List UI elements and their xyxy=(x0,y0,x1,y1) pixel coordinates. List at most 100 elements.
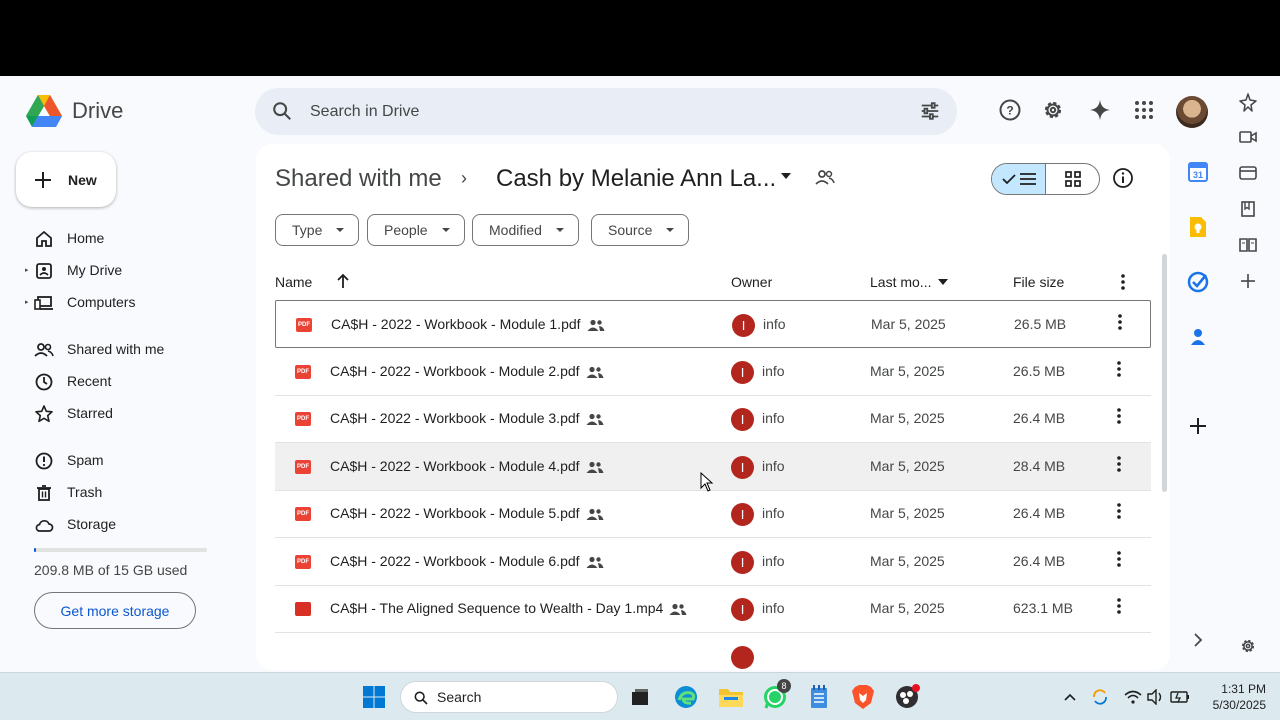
gemini-sparkle-icon[interactable] xyxy=(1086,96,1114,124)
more-vertical-icon[interactable] xyxy=(1117,408,1121,424)
table-row[interactable]: PDF CA$H - 2022 - Workbook - Module 6.pdf… xyxy=(275,538,1151,586)
breadcrumb-current-folder[interactable]: Cash by Melanie Ann La... xyxy=(496,165,776,193)
table-row-partial[interactable] xyxy=(275,633,1151,671)
sidebar-item-computers[interactable]: ▸ Computers xyxy=(0,287,240,317)
add-panel-plus-icon[interactable] xyxy=(1236,269,1260,293)
taskbar-search[interactable]: Search xyxy=(400,681,618,713)
scrollbar[interactable] xyxy=(1162,254,1167,492)
more-vertical-icon[interactable] xyxy=(1117,503,1121,519)
file-name[interactable]: CA$H - 2022 - Workbook - Module 2.pdf xyxy=(330,363,604,379)
edge-browser-icon[interactable] xyxy=(672,683,700,711)
more-vertical-icon[interactable] xyxy=(1117,360,1121,377)
search-icon[interactable] xyxy=(271,100,293,122)
info-icon[interactable] xyxy=(1112,167,1134,189)
storage-usage-text: 209.8 MB of 15 GB used xyxy=(34,562,188,578)
star-icon xyxy=(35,405,53,423)
filter-people-chip[interactable]: People xyxy=(367,214,465,246)
tasks-app-icon[interactable] xyxy=(1186,270,1210,294)
bookmark-icon[interactable] xyxy=(1236,197,1260,221)
meet-video-icon[interactable] xyxy=(1236,125,1260,149)
sidebar-item-spam[interactable]: Spam xyxy=(0,445,240,475)
side-panel-settings-icon[interactable] xyxy=(1236,634,1260,658)
battery-icon[interactable] xyxy=(1166,683,1194,711)
more-vertical-icon[interactable] xyxy=(1117,550,1121,567)
more-vertical-icon[interactable] xyxy=(1118,314,1122,330)
brave-browser-icon[interactable] xyxy=(849,683,877,711)
more-vertical-icon[interactable] xyxy=(1121,274,1125,290)
filter-modified-chip[interactable]: Modified xyxy=(472,214,579,246)
settings-gear-icon[interactable] xyxy=(1039,96,1067,124)
list-view-button[interactable] xyxy=(992,164,1046,194)
owner-name: info xyxy=(763,316,786,332)
sidebar-item-shared-with-me[interactable]: Shared with me xyxy=(0,334,240,364)
sidebar-item-home[interactable]: Home xyxy=(0,223,240,253)
column-header-name[interactable]: Name xyxy=(275,274,312,290)
clock-date: 5/30/2025 xyxy=(1212,698,1266,712)
table-row[interactable]: PDF CA$H - 2022 - Workbook - Module 1.pdf… xyxy=(275,300,1151,348)
file-name[interactable]: CA$H - 2022 - Workbook - Module 3.pdf xyxy=(330,410,604,426)
notepad-icon[interactable] xyxy=(805,683,833,711)
file-name[interactable]: CA$H - The Aligned Sequence to Wealth - … xyxy=(330,600,687,616)
breadcrumb-shared-with-me[interactable]: Shared with me xyxy=(275,165,442,193)
account-avatar[interactable] xyxy=(1176,96,1208,128)
file-name[interactable]: CA$H - 2022 - Workbook - Module 5.pdf xyxy=(330,505,604,521)
sidebar-item-trash[interactable]: Trash xyxy=(0,477,240,507)
column-header-file-size[interactable]: File size xyxy=(1013,274,1064,290)
sidebar-item-label: Recent xyxy=(67,373,112,389)
more-vertical-icon[interactable] xyxy=(1117,455,1121,472)
more-vertical-icon[interactable] xyxy=(1117,598,1121,614)
search-bar[interactable]: Search in Drive xyxy=(255,88,957,135)
column-header-last-modified[interactable]: Last mo... xyxy=(870,274,931,290)
get-add-ons-plus-icon[interactable] xyxy=(1186,414,1210,438)
show-hidden-icons-chevron-icon[interactable] xyxy=(1056,683,1084,711)
search-input[interactable]: Search in Drive xyxy=(310,103,419,121)
file-name-text: CA$H - 2022 - Workbook - Module 1.pdf xyxy=(331,316,581,332)
file-explorer-icon[interactable] xyxy=(717,683,745,711)
sort-ascending-arrow-icon[interactable] xyxy=(336,273,350,289)
search-options-icon[interactable] xyxy=(919,100,941,122)
filter-source-chip[interactable]: Source xyxy=(591,214,690,246)
contacts-app-icon[interactable] xyxy=(1186,325,1210,349)
calendar-app-icon[interactable]: 31 xyxy=(1186,160,1210,184)
file-name[interactable]: CA$H - 2022 - Workbook - Module 6.pdf xyxy=(330,553,604,569)
file-list-panel: Shared with me › Cash by Melanie Ann La.… xyxy=(256,144,1170,670)
shared-folder-icon[interactable] xyxy=(814,168,836,188)
reading-list-icon[interactable] xyxy=(1236,233,1260,257)
system-clock[interactable]: 1:31 PM 5/30/2025 xyxy=(1196,681,1266,713)
sync-status-icon[interactable] xyxy=(1086,683,1114,711)
sidebar-item-my-drive[interactable]: ▸ My Drive xyxy=(0,255,240,285)
file-name[interactable]: CA$H - 2022 - Workbook - Module 1.pdf xyxy=(331,316,605,332)
owner-name: info xyxy=(762,552,785,569)
task-view-icon[interactable] xyxy=(626,683,654,711)
get-more-storage-button[interactable]: Get more storage xyxy=(34,592,196,629)
grid-view-button[interactable] xyxy=(1046,164,1099,194)
table-row[interactable]: PDF CA$H - 2022 - Workbook - Module 3.pdf… xyxy=(275,395,1151,443)
filter-type-chip[interactable]: Type xyxy=(275,214,360,246)
new-button[interactable]: New xyxy=(16,152,116,207)
sort-dropdown-icon[interactable] xyxy=(938,279,948,285)
expand-caret-icon[interactable]: ▸ xyxy=(25,298,29,306)
file-size: 26.4 MB xyxy=(1013,552,1066,569)
file-name[interactable]: CA$H - 2022 - Workbook - Module 4.pdf xyxy=(330,458,604,474)
expand-caret-icon[interactable]: ▸ xyxy=(25,266,29,274)
file-name-text: CA$H - 2022 - Workbook - Module 6.pdf xyxy=(330,552,580,569)
expand-side-panel-chevron-icon[interactable] xyxy=(1186,628,1210,652)
keep-app-icon[interactable] xyxy=(1186,215,1210,239)
apps-grid-icon[interactable] xyxy=(1130,96,1158,124)
column-header-owner[interactable]: Owner xyxy=(731,274,772,290)
sidebar-item-storage[interactable]: Storage xyxy=(0,509,240,539)
pin-sparkle-icon[interactable] xyxy=(1236,90,1260,114)
whatsapp-icon[interactable]: 8 xyxy=(761,679,791,711)
table-row[interactable]: PDF CA$H - 2022 - Workbook - Module 5.pdf… xyxy=(275,490,1151,538)
help-icon[interactable]: ? xyxy=(996,96,1024,124)
obs-studio-icon[interactable] xyxy=(893,683,921,711)
table-row[interactable]: CA$H - The Aligned Sequence to Wealth - … xyxy=(275,585,1151,633)
folder-dropdown-icon[interactable] xyxy=(780,172,792,180)
drive-logo[interactable]: Drive xyxy=(26,95,123,127)
windows-start-icon[interactable] xyxy=(360,683,388,711)
sidebar-item-recent[interactable]: Recent xyxy=(0,366,240,396)
sidebar-item-starred[interactable]: Starred xyxy=(0,398,240,428)
wallet-icon[interactable] xyxy=(1236,161,1260,185)
table-header: Name Owner Last mo... File size xyxy=(275,264,1151,300)
table-row[interactable]: PDF CA$H - 2022 - Workbook - Module 2.pdf… xyxy=(275,348,1151,396)
